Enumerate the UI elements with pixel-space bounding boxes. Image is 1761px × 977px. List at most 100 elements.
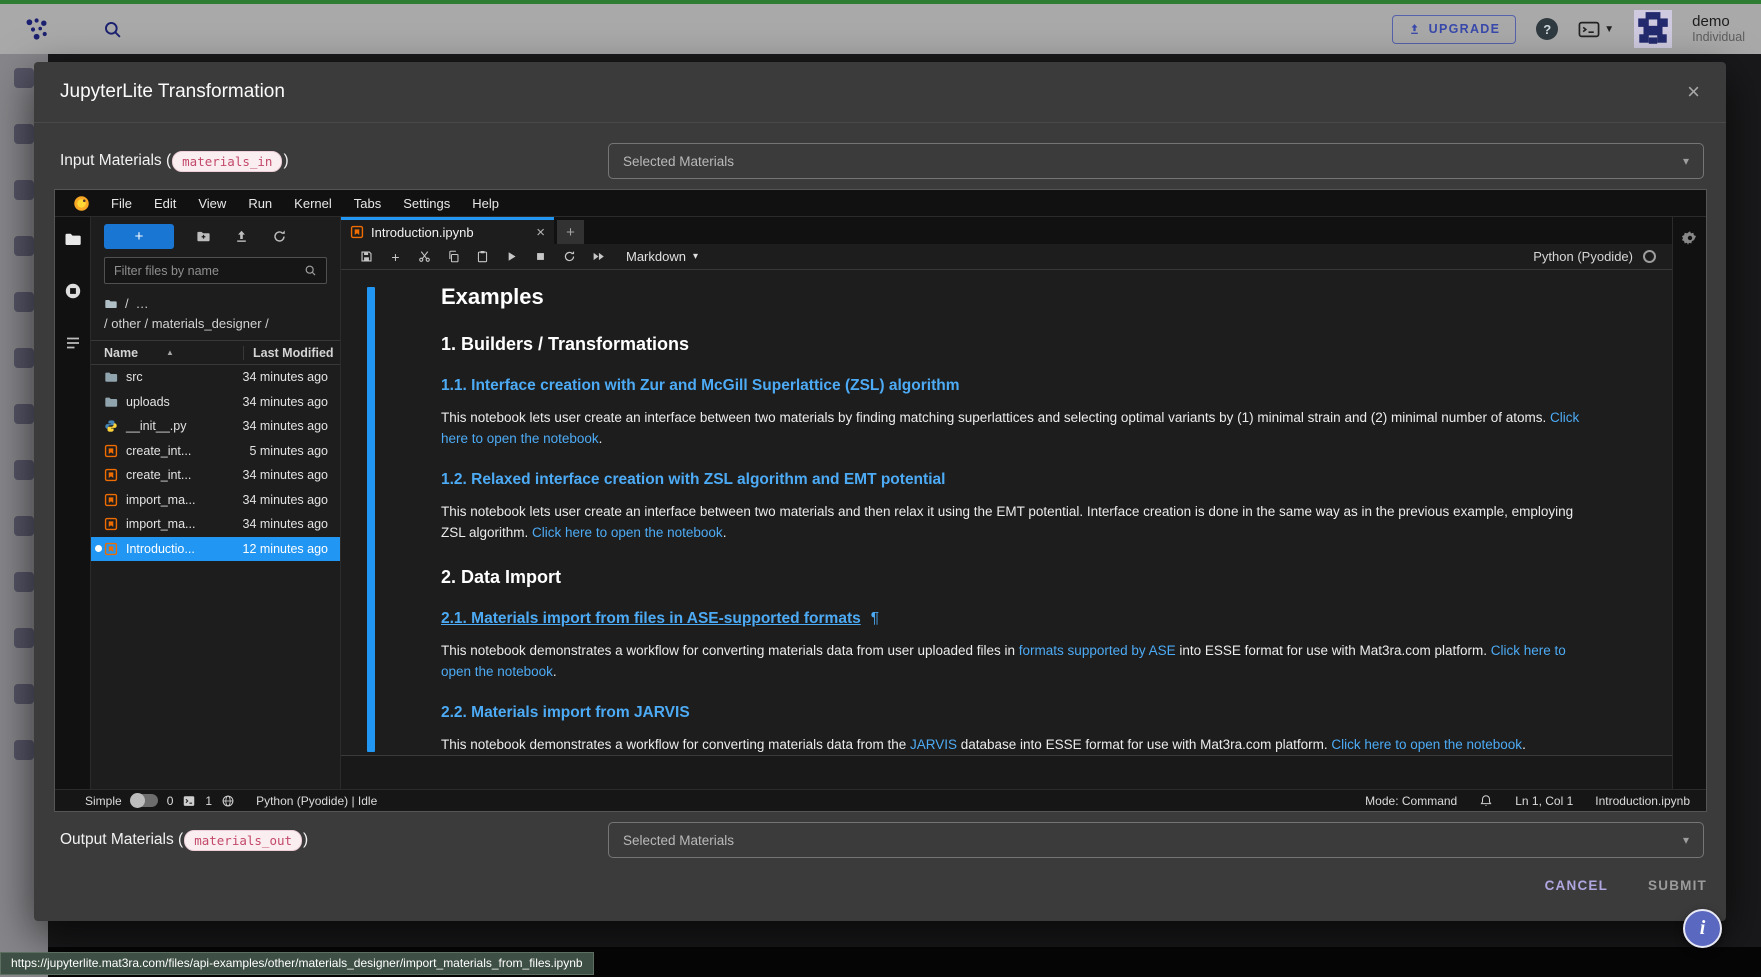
breadcrumb-ellipsis[interactable]: … [136,296,149,311]
paste-icon[interactable] [468,250,497,263]
file-modified: 34 minutes ago [236,395,340,409]
notebook-text: . [553,664,557,679]
chevron-down-icon: ▾ [1683,833,1689,847]
heading-anchor-icon[interactable]: ¶ [871,610,879,627]
column-name[interactable]: Name ▲ [91,346,243,360]
file-row[interactable]: import_ma...34 minutes ago [91,488,340,513]
file-name: uploads [126,395,236,409]
app-sidebar-icon[interactable] [14,68,34,88]
info-fab[interactable]: i [1683,909,1722,948]
input-selected-materials-dropdown[interactable]: Selected Materials ▾ [608,143,1704,179]
upload-icon[interactable] [222,229,260,244]
kernel-status-text[interactable]: Python (Pyodide) | Idle [256,794,377,808]
new-folder-icon[interactable] [184,229,222,244]
file-row[interactable]: __init__.py34 minutes ago [91,414,340,439]
column-last-modified[interactable]: Last Modified [243,346,340,360]
app-sidebar-icon[interactable] [14,292,34,312]
running-sessions-icon[interactable] [64,282,82,300]
restart-kernel-icon[interactable] [555,250,584,263]
notifications-bell-icon[interactable] [1479,794,1493,808]
menu-kernel[interactable]: Kernel [283,196,343,211]
upgrade-button[interactable]: UPGRADE [1392,15,1517,44]
terminals-count[interactable]: 0 [167,794,174,808]
home-folder-icon[interactable] [104,297,118,311]
terminal-icon [1578,21,1600,38]
user-info[interactable]: demo Individual [1692,13,1745,45]
file-name: import_ma... [126,517,236,531]
tab-introduction-ipynb[interactable]: Introduction.ipynb × [341,217,554,244]
notebook-text: This notebook demonstrates a workflow fo… [441,643,1019,658]
submit-button[interactable]: SUBMIT [1648,878,1707,893]
close-icon[interactable]: × [1687,81,1700,103]
selected-cell-indicator[interactable] [367,287,375,752]
app-sidebar-icon[interactable] [14,460,34,480]
breadcrumb-path[interactable]: / other / materials_designer / [104,316,327,331]
stop-icon[interactable] [526,250,555,263]
filter-files-input[interactable]: Filter files by name [104,257,327,284]
run-icon[interactable] [497,250,526,263]
app-sidebar-icon[interactable] [14,124,34,144]
notebook-icon [104,468,119,482]
simple-mode-toggle[interactable] [131,794,158,807]
menu-view[interactable]: View [187,196,237,211]
menu-edit[interactable]: Edit [143,196,187,211]
notebook-toolbar: + Markdown ▾ Python (Pyodide [341,244,1672,270]
notebook-heading-text[interactable]: 1.2. Relaxed interface creation with ZSL… [441,471,945,488]
app-sidebar-icon[interactable] [14,740,34,760]
file-row[interactable]: create_int...5 minutes ago [91,439,340,464]
new-tab-button[interactable]: + [557,220,584,244]
mat3ra-logo[interactable] [24,16,51,43]
kernel-name[interactable]: Python (Pyodide) [1533,249,1633,264]
menu-file[interactable]: File [100,196,143,211]
app-sidebar-icon[interactable] [14,180,34,200]
copy-icon[interactable] [439,250,468,263]
kernel-status-icon[interactable] [1643,250,1656,263]
globe-icon [221,794,235,808]
app-sidebar-icon[interactable] [14,628,34,648]
run-all-icon[interactable] [584,250,613,263]
notebook-heading-text[interactable]: 2.2. Materials import from JARVIS [441,704,690,721]
file-row[interactable]: uploads34 minutes ago [91,390,340,415]
notebook-link[interactable]: Click here to open the notebook [1331,737,1522,752]
notebook-heading-text[interactable]: 1.1. Interface creation with Zur and McG… [441,377,959,394]
help-icon[interactable]: ? [1536,18,1558,40]
console-menu-button[interactable]: ▼ [1578,21,1614,38]
app-sidebar-icon[interactable] [14,516,34,536]
app-sidebar-icon[interactable] [14,572,34,592]
status-bar-right: Mode: Command Ln 1, Col 1 Introduction.i… [1365,794,1690,808]
new-launcher-button[interactable]: + [104,224,174,249]
kernels-count[interactable]: 1 [205,794,212,808]
notebook-heading-text[interactable]: 2.1. Materials import from files in ASE-… [441,610,861,627]
notebook-link[interactable]: Click here to open the notebook [532,525,723,540]
insert-cell-icon[interactable]: + [381,249,410,265]
output-selected-materials-dropdown[interactable]: Selected Materials ▾ [608,822,1704,858]
cell-type-dropdown[interactable]: Markdown ▾ [626,249,698,264]
avatar[interactable] [1634,10,1672,48]
file-row[interactable]: import_ma...34 minutes ago [91,512,340,537]
notebook-link[interactable]: formats supported by ASE [1019,643,1176,658]
file-row[interactable]: Introductio...12 minutes ago [91,537,340,562]
app-sidebar-icon[interactable] [14,348,34,368]
menu-settings[interactable]: Settings [392,196,461,211]
file-modified: 34 minutes ago [236,419,340,433]
file-browser-icon[interactable] [64,230,82,248]
cancel-button[interactable]: CANCEL [1545,878,1608,893]
close-tab-icon[interactable]: × [536,224,545,241]
cursor-position[interactable]: Ln 1, Col 1 [1515,794,1573,808]
app-sidebar-icon[interactable] [14,236,34,256]
file-row[interactable]: create_int...34 minutes ago [91,463,340,488]
file-row[interactable]: src34 minutes ago [91,365,340,390]
refresh-icon[interactable] [260,229,298,244]
search-icon[interactable] [103,20,122,39]
menu-run[interactable]: Run [237,196,283,211]
notebook-link[interactable]: JARVIS [910,737,957,752]
save-icon[interactable] [352,250,381,263]
table-of-contents-icon[interactable] [64,334,82,352]
property-inspector-gear-icon[interactable] [1682,230,1698,789]
app-sidebar-icon[interactable] [14,684,34,704]
cut-icon[interactable] [410,250,439,263]
app-sidebar-icon[interactable] [14,404,34,424]
input-label-text: Input Materials ( [60,152,171,170]
menu-tabs[interactable]: Tabs [343,196,392,211]
menu-help[interactable]: Help [461,196,510,211]
